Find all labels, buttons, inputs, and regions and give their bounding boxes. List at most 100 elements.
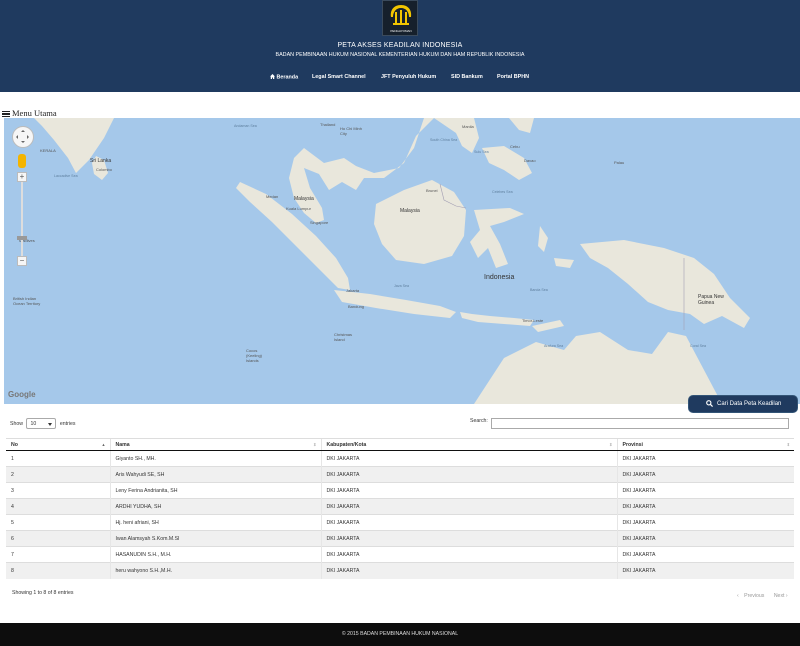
table-row[interactable]: 8 heru wahyono S.H.,M.H. DKI JAKARTA DKI JA… — [6, 562, 794, 579]
google-logo[interactable]: Google — [8, 390, 36, 399]
cell-nama: ARDHI YUDHA, SH — [109, 498, 321, 515]
table-row[interactable]: 5 Hj. heni afriani, SH DKI JAKARTA DKI JAKA… — [6, 514, 794, 531]
map-label-medan: Medan — [266, 194, 279, 199]
table-search-input[interactable] — [491, 418, 789, 429]
cell-kabupaten: DKI JAKARTA — [320, 482, 617, 499]
sort-icon: ⬍ — [786, 442, 790, 447]
map-label-coral-sea: Coral Sea — [690, 344, 706, 348]
map-label-colombo: Colombo — [96, 167, 113, 172]
map-label-banda-sea: Banda Sea — [530, 288, 548, 292]
nav-legal-smart-channel[interactable]: Legal Smart Channel — [312, 74, 366, 80]
table-row[interactable]: 7 HASANUDIN S.H., M.H. DKI JAKARTA DKI JAKA… — [6, 546, 794, 563]
map-label-malaysia-east: Malaysia — [400, 208, 420, 214]
map-label-biot: British Indian Ocean Territory — [13, 296, 41, 306]
street-view-pegman-icon[interactable] — [18, 154, 26, 168]
cell-nama: Giyanto SH., MH. — [109, 450, 321, 467]
cari-data-peta-button[interactable]: Cari Data Peta Keadilan — [688, 395, 798, 413]
map-label-cebu: Cebu — [510, 144, 520, 149]
column-header-provinsi[interactable]: Provinsi ⬍ — [616, 438, 794, 451]
map-label-palau: Palau — [614, 160, 625, 165]
cell-kabupaten: DKI JAKARTA — [320, 498, 617, 515]
menu-utama-label: Menu Utama — [12, 108, 57, 118]
cell-nama: Iwan Alamsyah S.Kom.M.SI — [109, 530, 321, 547]
column-header-no[interactable]: No ▲ — [6, 438, 110, 451]
zoom-out-button[interactable]: − — [17, 256, 27, 266]
table-row[interactable]: 1 Giyanto SH., MH. DKI JAKARTA DKI JAKARTA — [6, 450, 794, 467]
map-label-timor-leste: Timor-Leste — [522, 318, 544, 323]
map-label-singapore: Singapore — [310, 220, 329, 225]
chevron-down-icon — [48, 423, 53, 426]
map-label-laccadive-sea: Laccadive Sea — [54, 174, 78, 178]
next-label: Next — [773, 593, 785, 599]
pengayoman-tree-icon — [390, 5, 412, 25]
nav-jft-penyuluh-hukum[interactable]: JFT Penyuluh Hukum — [381, 74, 436, 80]
cell-kabupaten: DKI JAKARTA — [320, 450, 617, 467]
map-label-thailand: Thailand — [320, 122, 336, 127]
sort-icon: ⬍ — [313, 442, 317, 447]
map-pan-control[interactable] — [12, 126, 34, 148]
pagination: ‹ Previous Next › — [733, 593, 788, 599]
nav-beranda-label: Beranda — [276, 74, 299, 81]
zoom-in-button[interactable]: + — [17, 172, 27, 182]
site-header: PENGAYOMAN PETA AKSES KEADILAN INDONESIA… — [0, 0, 800, 92]
nav-beranda[interactable]: Beranda — [270, 74, 298, 81]
cell-nama: Aris Wahyudi SE, SH — [109, 466, 321, 483]
cell-provinsi: DKI JAKARTA — [616, 514, 794, 531]
nav-portal-bphn[interactable]: Portal BPHN — [497, 74, 529, 80]
map-view[interactable]: KERALA Sri Lanka Colombo Laccadive Sea M… — [4, 118, 800, 404]
zoom-slider-handle[interactable] — [17, 236, 27, 240]
hamburger-icon — [2, 111, 10, 118]
entries-select-value: 10 — [30, 421, 37, 427]
main-nav: Beranda Legal Smart Channel JFT Penyuluh… — [0, 74, 800, 84]
pengayoman-logo[interactable]: PENGAYOMAN — [382, 0, 418, 36]
map-label-manila: Manila — [462, 124, 474, 129]
map-label-kuala-lumpur: Kuala Lumpur — [286, 206, 311, 211]
lawyers-table: No ▲ Nama ⬍ Kabupaten/Kota ⬍ Provinsi ⬍ 1 Giy… — [6, 438, 794, 579]
column-header-nama[interactable]: Nama ⬍ — [109, 438, 321, 451]
column-header-kabupaten[interactable]: Kabupaten/Kota ⬍ — [320, 438, 617, 451]
map-label-sulu-sea: Sulu Sea — [474, 150, 489, 154]
cell-provinsi: DKI JAKARTA — [616, 562, 794, 579]
previous-page-button[interactable]: ‹ Previous — [737, 593, 764, 599]
show-label: Show — [10, 420, 23, 427]
cell-no: 7 — [6, 546, 110, 563]
map-label-kerala: KERALA — [40, 148, 56, 153]
entries-length-control: Show 10 entries — [10, 418, 75, 429]
cell-provinsi: DKI JAKARTA — [616, 530, 794, 547]
site-footer: © 2015 BADAN PEMBINAAN HUKUM NASIONAL — [0, 623, 800, 646]
map-label-indonesia: Indonesia — [484, 274, 515, 281]
cell-no: 8 — [6, 562, 110, 579]
sort-icon: ⬍ — [609, 442, 613, 447]
table-row[interactable]: 4 ARDHI YUDHA, SH DKI JAKARTA DKI JAKARTA — [6, 498, 794, 515]
map-label-celebes-sea: Celebes Sea — [492, 190, 513, 194]
map-label-davao: Davao — [524, 158, 536, 163]
cell-provinsi: DKI JAKARTA — [616, 466, 794, 483]
zoom-slider-track[interactable] — [21, 172, 23, 260]
cell-nama: Leny Ferina Andrianita, SH — [109, 482, 321, 499]
column-header-kabupaten-label: Kabupaten/Kota — [326, 441, 367, 448]
map-label-cocos: Cocos (Keeling) Islands — [246, 348, 263, 363]
logo-text: PENGAYOMAN — [390, 29, 412, 33]
table-row[interactable]: 3 Leny Ferina Andrianita, SH DKI JAKARTA DK… — [6, 482, 794, 499]
map-label-ho-chi-minh: Ho Chi Minh City — [340, 126, 363, 136]
next-page-button[interactable]: Next › — [770, 593, 788, 599]
cell-no: 2 — [6, 466, 110, 483]
map-label-jakarta: Jakarta — [346, 288, 360, 293]
cell-no: 6 — [6, 530, 110, 547]
map-label-papua-new-guinea: Papua New Guinea — [698, 294, 724, 306]
cell-kabupaten: DKI JAKARTA — [320, 562, 617, 579]
map-label-brunei: Brunei — [426, 188, 438, 193]
menu-utama-toggle[interactable]: Menu Utama — [2, 108, 57, 118]
nav-sid-bankum[interactable]: SID Bankum — [451, 74, 483, 80]
entries-label: entries — [59, 420, 76, 427]
map-label-java-sea: Java Sea — [394, 284, 409, 288]
table-row[interactable]: 2 Aris Wahyudi SE, SH DKI JAKARTA DKI JAKAR… — [6, 466, 794, 483]
search-icon — [706, 400, 713, 407]
cell-kabupaten: DKI JAKARTA — [320, 530, 617, 547]
entries-select[interactable]: 10 — [26, 418, 57, 429]
cell-kabupaten: DKI JAKARTA — [320, 514, 617, 531]
column-header-provinsi-label: Provinsi — [622, 441, 643, 448]
cell-no: 4 — [6, 498, 110, 515]
table-row[interactable]: 6 Iwan Alamsyah S.Kom.M.SI DKI JAKARTA DKI … — [6, 530, 794, 547]
table-info: Showing 1 to 8 of 8 entries — [12, 590, 74, 596]
